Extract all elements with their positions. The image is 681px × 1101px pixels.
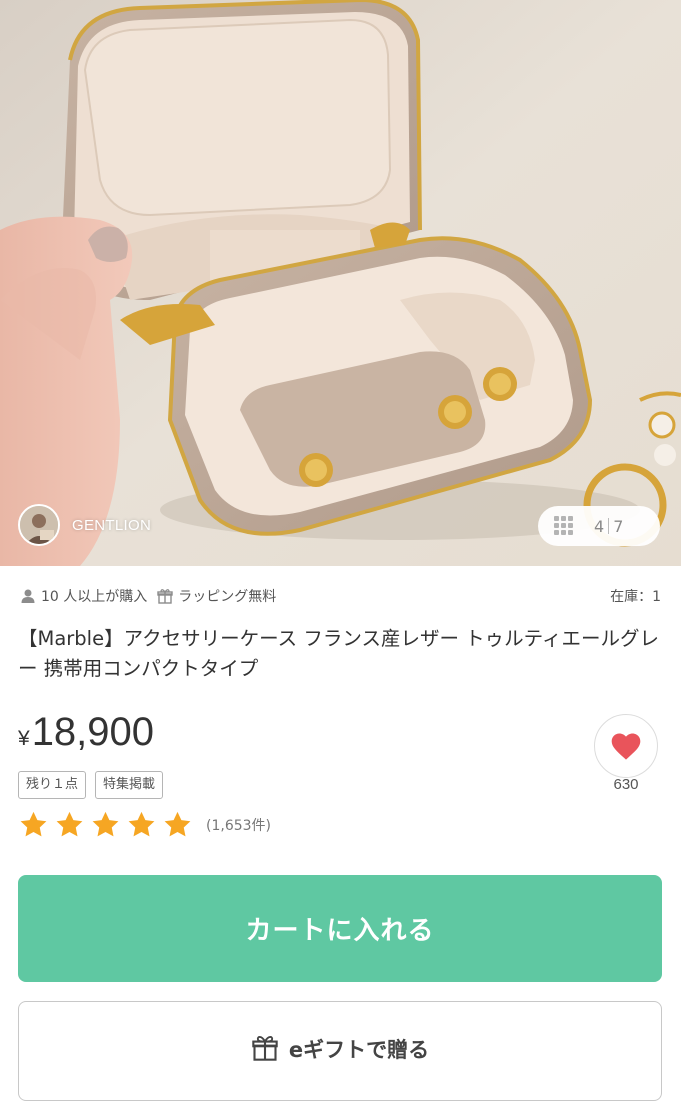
- current-image-number: 4: [594, 516, 605, 536]
- shop-badge[interactable]: GENTLION: [18, 503, 151, 547]
- favorite-count: 630: [613, 776, 639, 793]
- shop-avatar-icon: [20, 506, 58, 544]
- star-icon: [56, 811, 83, 837]
- star-icon: [92, 811, 119, 837]
- star-icon: [128, 811, 155, 837]
- product-tags: 残り１点 特集掲載: [18, 771, 172, 799]
- tag-featured[interactable]: 特集掲載: [95, 771, 164, 799]
- shop-name[interactable]: GENTLION: [72, 517, 151, 534]
- gift-icon: [252, 1036, 278, 1061]
- image-counter[interactable]: 4 7: [538, 506, 660, 546]
- counter-divider: [608, 518, 610, 534]
- tag-remaining: 残り１点: [18, 771, 87, 799]
- favorite-button[interactable]: [594, 714, 658, 778]
- product-photo: [0, 0, 681, 566]
- price-amount: 18,900: [31, 710, 155, 754]
- image-position: 4 7: [594, 517, 623, 536]
- add-to-cart-label: カートに入れる: [245, 916, 435, 946]
- product-title: 【Marble】アクセサリーケース フランス産レザー トゥルティエールグレー 携…: [18, 627, 659, 680]
- wrapping-info: ラッピング無料: [157, 586, 276, 606]
- review-count[interactable]: (1,653件): [206, 815, 271, 835]
- e-gift-label: eギフトで贈る: [288, 1038, 430, 1062]
- rating-row[interactable]: (1,653件): [18, 808, 271, 842]
- person-icon: [21, 589, 35, 603]
- product-meta: 10 人以上が購入 ラッピング無料 在庫：1: [20, 584, 661, 608]
- add-to-cart-button[interactable]: カートに入れる: [18, 875, 662, 982]
- stock-count: 在庫：1: [610, 589, 661, 605]
- e-gift-button[interactable]: eギフトで贈る: [18, 1001, 662, 1101]
- gift-box-icon: [157, 589, 173, 604]
- total-image-number: 7: [613, 516, 624, 536]
- currency-symbol: ¥: [18, 727, 30, 750]
- rating-stars: [18, 810, 198, 840]
- wrapping-text: ラッピング無料: [178, 589, 277, 605]
- grid-icon: [554, 516, 574, 536]
- buyers-info: 10 人以上が購入: [20, 586, 147, 606]
- heart-icon: [611, 733, 641, 760]
- star-icon: [20, 811, 47, 837]
- buyers-text: 10 人以上が購入: [41, 589, 148, 605]
- product-image-gallery[interactable]: GENTLION 4 7: [0, 0, 681, 566]
- product-price: ¥ 18,900: [18, 710, 154, 764]
- shop-avatar[interactable]: [18, 504, 60, 546]
- star-icon: [164, 811, 191, 837]
